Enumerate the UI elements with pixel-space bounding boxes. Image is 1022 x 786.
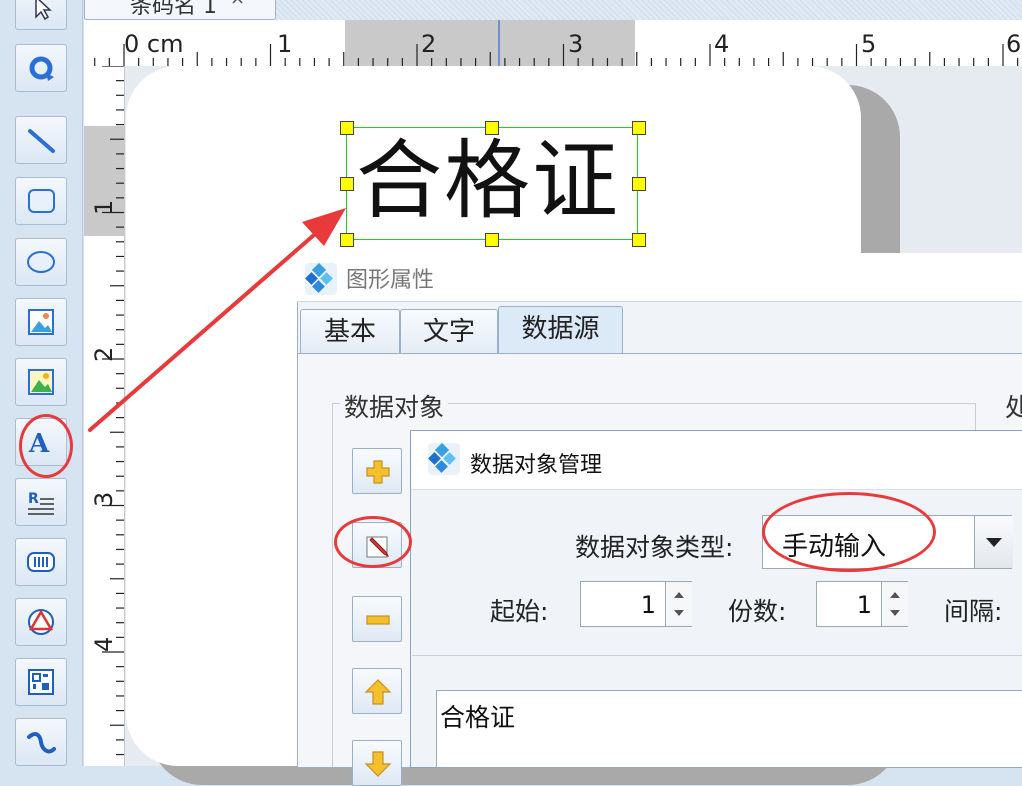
tab-basic[interactable]: 基本 — [300, 309, 400, 353]
picture-icon — [28, 369, 54, 395]
count-value: 1 — [856, 591, 872, 619]
image-icon — [28, 309, 54, 335]
shape-icon — [28, 609, 54, 635]
annotation-circle — [19, 414, 73, 478]
annotation-circle — [762, 492, 936, 572]
arrow-down-icon — [364, 751, 392, 777]
resize-handle[interactable] — [632, 177, 646, 191]
ruler-number: 4 — [90, 636, 118, 652]
ellipse-tool-button[interactable] — [15, 238, 67, 286]
vertical-ruler-ticks — [102, 66, 124, 756]
add-button[interactable] — [352, 448, 402, 494]
qrcode-tool-button[interactable] — [15, 658, 67, 706]
count-stepper[interactable] — [881, 582, 908, 626]
ruler-number: 6 — [1006, 30, 1022, 58]
rotate-tool-button[interactable] — [15, 44, 67, 92]
ruler-number: 2 — [90, 346, 118, 362]
ruler-number: 3 — [90, 491, 118, 507]
data-type-dropdown-button[interactable] — [974, 516, 1013, 568]
separator — [412, 655, 1022, 656]
resize-handle[interactable] — [340, 121, 354, 135]
selection-box[interactable] — [346, 127, 638, 240]
ruler-number: 5 — [861, 30, 877, 58]
rich-text-icon: R — [28, 491, 54, 515]
count-label: 份数: — [728, 597, 787, 626]
ruler-unit: 0 cm — [124, 30, 184, 58]
content-value: 合格证 — [440, 703, 516, 732]
select-icon — [35, 0, 52, 21]
select-tool-button[interactable] — [15, 0, 67, 30]
document-tab-label: 条码名 1 — [130, 0, 217, 19]
rich-text-tool-button[interactable]: R — [15, 478, 67, 526]
rectangle-icon — [28, 189, 55, 213]
tab-text[interactable]: 文字 — [400, 309, 498, 353]
resize-handle[interactable] — [632, 121, 646, 135]
svg-text:R: R — [28, 491, 39, 507]
group-label: 数据对象 — [340, 388, 449, 424]
document-tab-close-button[interactable]: × — [230, 0, 245, 9]
move-down-button[interactable] — [352, 740, 402, 786]
ruler-number: 3 — [568, 30, 584, 58]
interval-label: 间隔: — [944, 597, 1003, 626]
ruler-number: 2 — [421, 30, 437, 58]
app-icon — [305, 263, 337, 295]
resize-handle[interactable] — [340, 233, 354, 247]
resize-handle[interactable] — [485, 233, 499, 247]
app-icon — [428, 443, 460, 475]
curve-tool-button[interactable] — [15, 718, 67, 766]
data-type-label: 数据对象类型: — [575, 533, 734, 562]
ruler-number: 4 — [714, 30, 730, 58]
group-label-partial: 处 — [1005, 393, 1022, 422]
dialog-title: 图形属性 — [346, 268, 435, 293]
content-textarea[interactable] — [436, 690, 1022, 768]
rectangle-tool-button[interactable] — [15, 177, 67, 225]
line-icon — [28, 129, 55, 153]
rotate-icon — [29, 56, 54, 81]
move-up-button[interactable] — [352, 668, 402, 714]
resize-handle[interactable] — [340, 177, 354, 191]
image-tool-button[interactable] — [15, 298, 67, 346]
remove-button[interactable] — [352, 596, 402, 642]
plus-icon — [366, 460, 390, 484]
annotation-circle — [334, 516, 412, 568]
resize-handle[interactable] — [485, 121, 499, 135]
picture-tool-button[interactable] — [15, 358, 67, 406]
barcode-tool-button[interactable] — [15, 538, 67, 586]
line-tool-button[interactable] — [15, 116, 67, 164]
chevron-down-icon — [986, 538, 1002, 547]
dialog-title: 数据对象管理 — [470, 453, 603, 478]
tab-data-source[interactable]: 数据源 — [498, 306, 623, 354]
start-stepper[interactable] — [665, 582, 692, 626]
start-label: 起始: — [490, 597, 549, 626]
shape-tool-button[interactable] — [15, 598, 67, 646]
ellipse-icon — [27, 251, 55, 273]
ruler-number: 1 — [90, 199, 118, 215]
start-value: 1 — [640, 591, 656, 619]
tool-palette: A R — [0, 0, 83, 766]
arrow-up-icon — [364, 679, 392, 705]
resize-handle[interactable] — [632, 233, 646, 247]
minus-icon — [366, 615, 390, 625]
horizontal-ruler-ticks — [94, 20, 1019, 66]
barcode-icon — [27, 552, 55, 572]
ruler-number: 1 — [277, 30, 293, 58]
curve-icon — [27, 732, 56, 754]
qrcode-icon — [28, 669, 54, 695]
